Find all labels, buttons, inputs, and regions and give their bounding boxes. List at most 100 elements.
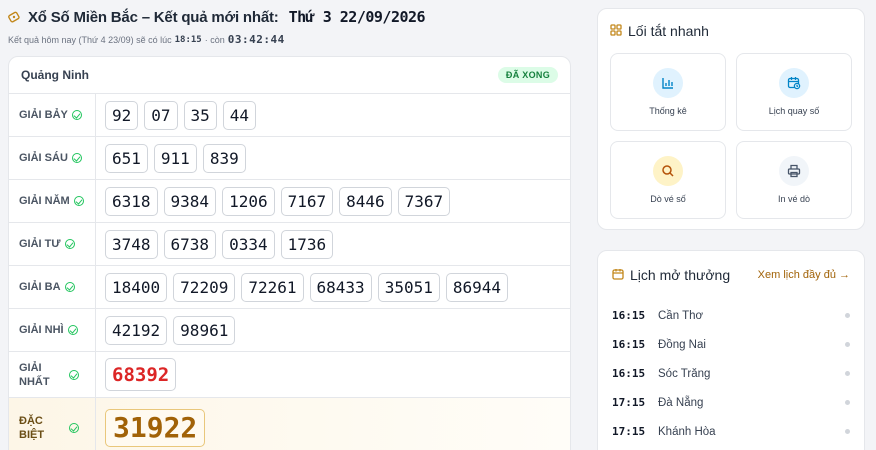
prize-number: 86944	[445, 272, 509, 302]
tile-statistics[interactable]: Thống kê	[610, 53, 726, 131]
calendar-clock-icon	[779, 68, 809, 98]
prize-number: 35	[183, 100, 217, 130]
prize-number: 839	[202, 143, 246, 173]
prize-label-line: GIẢI	[19, 361, 42, 374]
prize-number: 7167	[280, 186, 334, 216]
prize-number: 98961	[173, 315, 236, 345]
schedule-time: 16:15	[612, 309, 646, 322]
prize-label: GIẢI BẢY	[19, 109, 68, 121]
prize-row-5: GIẢI NĂM 6318 9384 1206 7167 8446 7367	[9, 180, 570, 223]
next-draw-info: Kết quả hôm nay (Thứ 4 23/09) sẽ có lúc …	[8, 33, 588, 46]
province-name: Quảng Ninh	[21, 68, 89, 82]
schedule-province: Khánh Hòa	[658, 425, 716, 438]
schedule-item[interactable]: 17:15 Khánh Hòa	[612, 417, 850, 446]
tile-label: Lịch quay số	[768, 106, 820, 116]
prize-number: 72209	[173, 272, 236, 302]
check-circle-icon	[64, 282, 75, 292]
draw-date: Thứ 3 22/09/2026	[288, 8, 426, 26]
check-circle-icon	[69, 369, 79, 380]
prize-number: 35051	[377, 272, 440, 302]
chart-icon	[653, 68, 683, 98]
schedule-time: 16:15	[612, 338, 646, 351]
schedule-province: Sóc Trăng	[658, 367, 711, 380]
schedule-province: Cần Thơ	[658, 309, 704, 322]
prize-number: 6738	[163, 229, 217, 259]
prize-number: 7367	[397, 186, 451, 216]
next-draw-time: 18:15	[174, 34, 202, 45]
prize-row-7: GIẢI BẢY 92 07 35 44	[9, 94, 570, 137]
schedule-time: 17:15	[612, 425, 646, 438]
tile-label: Thống kê	[649, 106, 687, 116]
tile-check-ticket[interactable]: Dò vé số	[610, 141, 726, 219]
page-title: Xổ Số Miền Bắc – Kết quả mới nhất:	[28, 8, 279, 26]
prize-row-6: GIẢI SÁU 651 911 839	[9, 137, 570, 180]
prize-number: 18400	[105, 272, 168, 302]
schedule-time: 17:15	[612, 396, 646, 409]
status-dot	[845, 400, 850, 405]
search-icon	[653, 156, 683, 186]
status-dot	[845, 429, 850, 434]
prize-label: ĐẶC BIỆT	[19, 414, 65, 442]
prize-label-line: NHẤT	[19, 375, 50, 388]
first-prize-number: 68392	[105, 358, 177, 391]
tile-print-ticket[interactable]: In vé dò	[736, 141, 852, 219]
prize-label-line: BIỆT	[19, 428, 45, 441]
status-dot	[845, 342, 850, 347]
countdown-timer: 03:42:44	[227, 33, 285, 46]
prize-label: GIẢI NĂM	[19, 195, 70, 207]
status-badge: ĐÃ XONG	[497, 67, 558, 83]
prize-label: GIẢI TƯ	[19, 238, 61, 250]
schedule-item[interactable]: 17:15 Đà Nẵng	[612, 388, 850, 417]
prize-number: 0334	[222, 229, 275, 259]
schedule-province: Đồng Nai	[658, 338, 706, 351]
tile-label: In vé dò	[777, 194, 811, 204]
prize-label: GIẢI NHÌ	[19, 324, 64, 336]
prize-number: 1736	[280, 229, 334, 259]
prize-number: 651	[105, 143, 148, 173]
prize-row-2: GIẢI NHÌ 42192 98961	[9, 309, 570, 352]
check-circle-icon	[69, 422, 79, 433]
schedule-item[interactable]: 16:15 Đồng Nai	[612, 330, 850, 359]
quick-links-title: Lối tắt nhanh	[610, 23, 709, 39]
status-dot	[845, 371, 850, 376]
prize-number: 92	[105, 100, 139, 130]
prize-number: 42192	[105, 315, 168, 345]
check-circle-icon	[73, 196, 84, 206]
ticket-icon	[8, 10, 22, 24]
schedule-item[interactable]: 16:15 Sóc Trăng	[612, 359, 850, 388]
prize-number: 3748	[105, 229, 158, 259]
result-card-header: Quảng Ninh ĐÃ XONG	[9, 57, 570, 94]
prize-number: 6318	[105, 186, 158, 216]
schedule-card: Lịch mở thưởng Xem lịch đầy đủ → 16:15 C…	[597, 250, 865, 450]
prize-label: GIẢI BA	[19, 281, 61, 293]
prize-number: 44	[222, 100, 257, 130]
grid-icon	[610, 23, 622, 39]
schedule-time: 16:15	[612, 367, 646, 380]
prize-row-special: ĐẶC BIỆT 31922	[9, 398, 570, 450]
tile-schedule[interactable]: Lịch quay số	[736, 53, 852, 131]
prize-number: 911	[153, 143, 197, 173]
prize-number: 1206	[222, 186, 275, 216]
prize-number: 8446	[339, 186, 392, 216]
schedule-title: Lịch mở thưởng	[612, 267, 730, 283]
prize-number: 68433	[309, 272, 372, 302]
next-draw-sep: · còn	[204, 34, 225, 45]
prize-row-4: GIẢI TƯ 3748 6738 0334 1736	[9, 223, 570, 266]
prize-label-line: ĐẶC	[19, 414, 43, 427]
check-circle-icon	[71, 110, 82, 120]
schedule-item[interactable]: 16:15 Cần Thơ	[612, 301, 850, 330]
prize-row-1: GIẢI NHẤT 68392	[9, 352, 570, 398]
check-circle-icon	[64, 239, 75, 249]
prize-number: 72261	[241, 272, 304, 302]
check-circle-icon	[67, 325, 78, 335]
check-circle-icon	[71, 153, 82, 163]
prize-row-3: GIẢI BA 18400 72209 72261 68433 35051 86…	[9, 266, 570, 309]
prize-label: GIẢI SÁU	[19, 152, 68, 164]
quick-links-card: Lối tắt nhanh Thống kê Lịch quay số Dò v…	[597, 8, 865, 230]
tile-label: Dò vé số	[650, 194, 686, 204]
quick-links-title-text: Lối tắt nhanh	[628, 23, 709, 39]
view-full-schedule-link[interactable]: Xem lịch đầy đủ →	[758, 269, 850, 281]
prize-label: GIẢI NHẤT	[19, 361, 65, 389]
prize-number: 07	[144, 100, 178, 130]
result-card: Quảng Ninh ĐÃ XONG GIẢI BẢY 92 07 35 44 …	[8, 56, 571, 450]
